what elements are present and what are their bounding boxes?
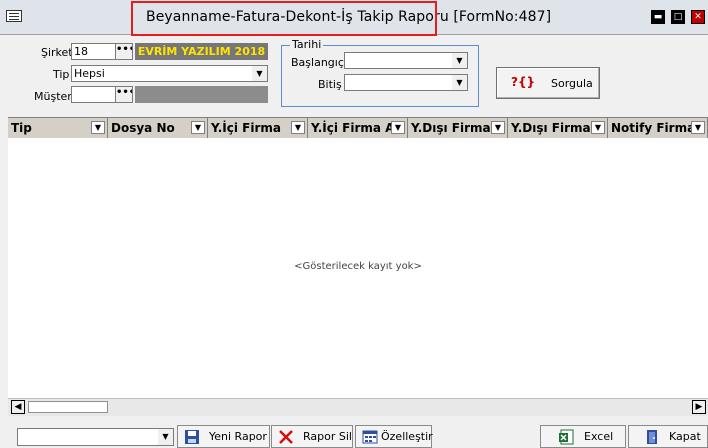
scrollbar-thumb[interactable] [28, 401, 108, 413]
exit-door-icon [647, 430, 657, 444]
column-filter-icon[interactable]: ▼ [691, 121, 705, 134]
excel-icon [559, 429, 574, 445]
musteri-name-display [135, 86, 268, 103]
start-date-field[interactable]: ▼ [344, 52, 468, 69]
query-icon: ?{} [511, 75, 536, 89]
column-label: Y.İçi Firma [211, 121, 281, 135]
column-label: Dosya No [111, 121, 175, 135]
chevron-down-icon[interactable]: ▼ [158, 429, 173, 445]
query-button-label: Sorgula [551, 77, 593, 90]
save-icon [185, 430, 199, 444]
chevron-down-icon[interactable]: ▼ [452, 75, 467, 90]
scroll-left-icon[interactable]: ◀ [11, 400, 25, 414]
delete-report-button[interactable]: Rapor Sil [271, 425, 353, 448]
delete-report-label: Rapor Sil [303, 430, 352, 443]
column-header-notify-firma[interactable]: Notify Firma ▼ [608, 118, 708, 138]
column-filter-icon[interactable]: ▼ [391, 121, 405, 134]
column-header-ydisi-firma[interactable]: Y.Dışı Firma ▼ [408, 118, 508, 138]
chevron-down-icon[interactable]: ▼ [452, 53, 467, 68]
column-filter-icon[interactable]: ▼ [191, 121, 205, 134]
scroll-right-icon[interactable]: ▶ [692, 400, 706, 414]
app-menu-icon[interactable] [6, 10, 22, 22]
new-report-button[interactable]: Yeni Rapor [177, 425, 270, 448]
close-button[interactable]: Kapat [628, 425, 708, 448]
delete-x-icon [279, 430, 293, 444]
tip-select[interactable]: Hepsi ▼ [71, 65, 268, 82]
title-bar: Beyanname-Fatura-Dekont-İş Takip Raporu … [0, 0, 708, 36]
sirket-label: Şirket [41, 46, 73, 59]
column-filter-icon[interactable]: ▼ [591, 121, 605, 134]
start-date-label: Başlangıç [291, 56, 344, 69]
column-header-tip[interactable]: Tip ▼ [8, 118, 108, 138]
musteri-field[interactable]: ••• [71, 86, 133, 103]
excel-label: Excel [584, 430, 614, 443]
horizontal-scrollbar[interactable]: ◀ ▶ [8, 398, 708, 416]
empty-grid-message: <Gösterilecek kayıt yok> [294, 261, 422, 272]
musteri-label: Müşteri [34, 90, 75, 103]
grid-header: Tip ▼ Dosya No ▼ Y.İçi Firma ▼ Y.İçi Fir… [8, 117, 708, 139]
column-header-yici-firma[interactable]: Y.İçi Firma ▼ [208, 118, 308, 138]
grid-settings-icon [362, 430, 378, 444]
customize-label: Özelleştir [381, 430, 433, 443]
chevron-down-icon[interactable]: ▼ [252, 66, 267, 81]
title-highlight-box [131, 1, 437, 36]
sirket-lookup-button[interactable]: ••• [115, 44, 132, 59]
column-header-dosya-no[interactable]: Dosya No ▼ [108, 118, 208, 138]
column-label: Y.İçi Firma A [311, 121, 395, 135]
excel-button[interactable]: Excel [540, 425, 626, 448]
maximize-button[interactable]: □ [671, 10, 685, 24]
grid-body[interactable]: <Gösterilecek kayıt yok> [8, 138, 708, 398]
report-select[interactable]: ▼ [17, 428, 174, 446]
column-label: Y.Dışı Firma [411, 121, 491, 135]
musteri-lookup-button[interactable]: ••• [115, 87, 132, 102]
column-filter-icon[interactable]: ▼ [91, 121, 105, 134]
column-header-yici-firma-a[interactable]: Y.İçi Firma A ▼ [308, 118, 408, 138]
column-label: Y.Dışı Firma . [511, 121, 600, 135]
customize-button[interactable]: Özelleştir [355, 425, 433, 448]
column-label: Tip [11, 121, 32, 135]
query-button[interactable]: ?{} Sorgula [496, 67, 600, 99]
new-report-label: Yeni Rapor [209, 430, 267, 443]
date-group-legend: Tarihi [290, 38, 324, 51]
sirket-field[interactable]: 18 ••• [71, 43, 133, 60]
tip-value: Hepsi [74, 67, 105, 80]
company-name-display: EVRİM YAZILIM 2018 [135, 43, 268, 60]
close-label: Kapat [669, 430, 701, 443]
column-header-ydisi-firma-2[interactable]: Y.Dışı Firma . ▼ [508, 118, 608, 138]
column-filter-icon[interactable]: ▼ [291, 121, 305, 134]
tip-label: Tip [53, 68, 70, 81]
end-date-field[interactable]: ▼ [344, 74, 468, 91]
sirket-value: 18 [74, 45, 88, 58]
end-date-label: Bitiş [318, 78, 342, 91]
minimize-button[interactable]: ▬ [651, 10, 665, 24]
close-window-button[interactable]: ✕ [691, 10, 705, 24]
column-filter-icon[interactable]: ▼ [491, 121, 505, 134]
column-label: Notify Firma [611, 121, 696, 135]
